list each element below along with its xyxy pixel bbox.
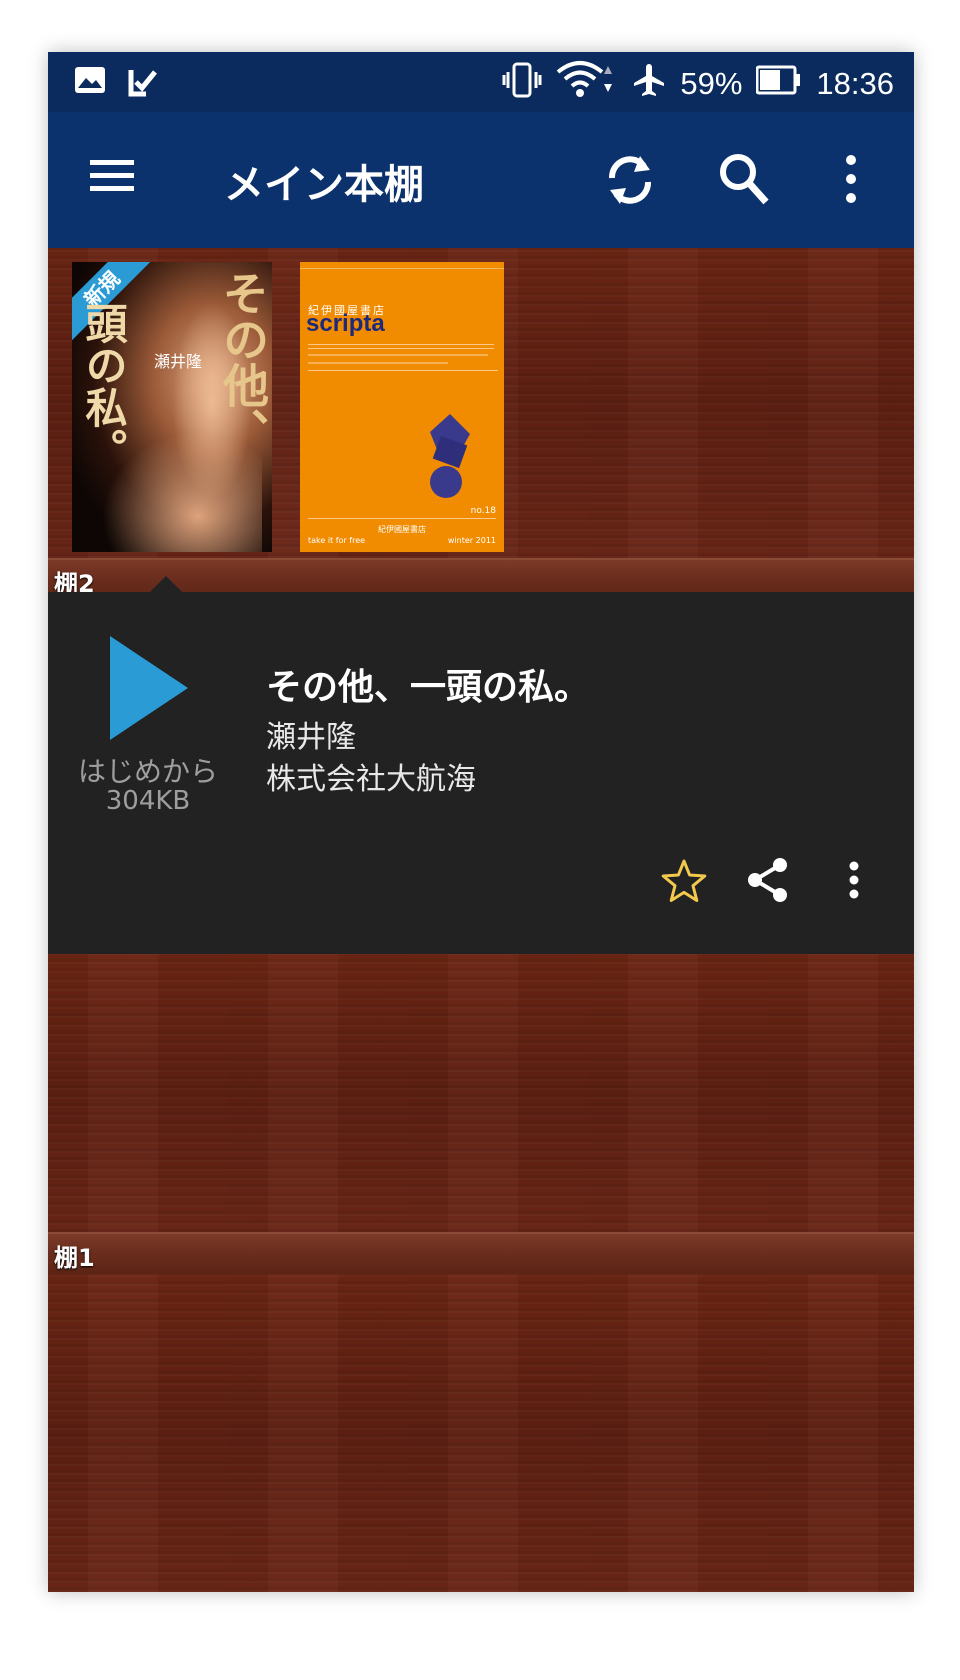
vibrate-icon [502, 62, 542, 106]
detail-more-button[interactable] [848, 860, 860, 904]
search-button[interactable] [718, 152, 770, 212]
book-cover-scripta[interactable]: 紀伊國屋書店 scripta no.18 紀伊國屋書店 take it for … [300, 262, 504, 552]
detail-pointer [150, 576, 182, 592]
wifi-icon [556, 60, 618, 108]
magazine-title: scripta [306, 310, 385, 337]
phone-screen: 59% 18:36 メイン本棚 新規 その他、 頭の私。 瀬井隆 紀伊國屋書店 … [48, 52, 914, 1592]
magazine-art [430, 414, 470, 498]
task-check-icon [128, 66, 158, 102]
play-icon [106, 636, 190, 746]
shelf-1-area [48, 954, 914, 1234]
book-title: その他、一頭の私。 [266, 667, 591, 708]
hamburger-icon [90, 160, 136, 198]
book-publisher: 株式会社大航海 [266, 762, 476, 797]
cover-author: 瀬井隆 [154, 352, 203, 371]
menu-button[interactable] [90, 158, 136, 198]
favorite-button[interactable] [660, 858, 708, 908]
book-author: 瀬井隆 [266, 720, 356, 755]
airplane-icon [632, 62, 666, 106]
magazine-issue: no.18 [470, 506, 496, 516]
magazine-bottom-center: 紀伊國屋書店 [378, 525, 426, 534]
cover-title-line-2: 頭の私。 [79, 302, 128, 470]
cover-title-line-1: その他、 [216, 270, 270, 454]
book-detail-panel: はじめから 304KB その他、一頭の私。 瀬井隆 株式会社大航海 [48, 592, 914, 954]
share-icon [746, 858, 790, 908]
more-vert-icon [848, 861, 860, 904]
clock: 18:36 [816, 66, 894, 101]
shelf-0-area [48, 1274, 914, 1592]
overflow-menu-button[interactable] [844, 152, 858, 212]
star-icon [660, 859, 708, 908]
file-size: 304KB [105, 786, 191, 816]
sync-icon [604, 156, 656, 212]
more-vert-icon [844, 155, 858, 212]
battery-percent: 59% [680, 66, 743, 101]
magazine-bottom-right: winter 2011 [447, 536, 496, 545]
share-button[interactable] [746, 856, 790, 908]
sync-button[interactable] [604, 152, 656, 212]
image-notification-icon [74, 66, 106, 102]
magazine-bottom-left: take it for free [308, 536, 366, 545]
read-from-start-button[interactable] [106, 634, 190, 746]
shelf-1-edge [48, 1232, 914, 1274]
battery-icon [755, 65, 802, 103]
book-cover-sonota[interactable]: 新規 その他、 頭の私。 瀬井隆 [72, 262, 272, 552]
shelf-1-label: 棚1 [54, 1244, 95, 1272]
status-bar: 59% 18:36 [48, 52, 914, 112]
play-label: はじめから [77, 755, 218, 788]
search-icon [718, 154, 770, 212]
page-title: メイン本棚 [224, 162, 424, 208]
app-bar: メイン本棚 [48, 112, 914, 248]
